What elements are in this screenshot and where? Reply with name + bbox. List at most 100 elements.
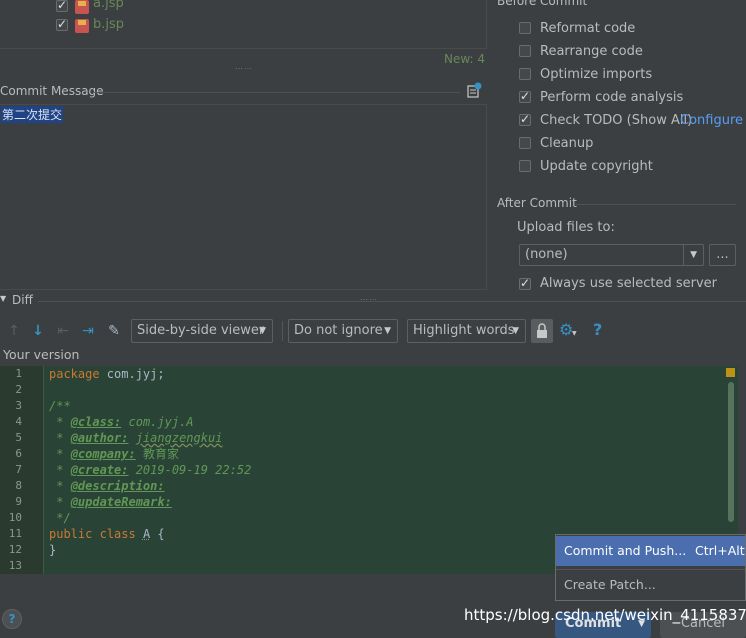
code-line-5: * @author: jiangzengkui xyxy=(49,430,222,446)
check-todo-checkbox[interactable] xyxy=(519,112,531,126)
diff-separator xyxy=(38,301,746,302)
chevron-down-icon: ▼ xyxy=(512,326,519,336)
code-line-6: * @company: 教育家 xyxy=(49,446,179,462)
commit-message-editor[interactable]: 第二次提交 xyxy=(0,104,487,290)
perform-code-analysis-label[interactable]: Perform code analysis xyxy=(540,90,683,105)
help-icon[interactable]: ? xyxy=(593,320,602,339)
line-number: 4 xyxy=(15,415,22,428)
footer-help-button[interactable]: ? xyxy=(2,609,22,629)
doc-star: * xyxy=(49,431,71,445)
check-todo-label[interactable]: Check TODO (Show All) xyxy=(540,113,692,128)
splitter-handle[interactable]: ⋯⋯ xyxy=(235,64,253,73)
commit-message-label: Commit Message xyxy=(0,84,104,98)
doc-tag: @class: xyxy=(70,415,122,429)
file-checkbox-b[interactable] xyxy=(56,17,68,31)
jump-to-source-icon[interactable]: ⇥ xyxy=(80,323,96,339)
code-line-8: * @description: xyxy=(49,478,165,494)
line-number: 11 xyxy=(8,527,22,540)
doc-value: 教育家 xyxy=(135,447,179,461)
line-number: 3 xyxy=(15,399,22,412)
doc-tag: @create: xyxy=(70,463,129,477)
line-number: 13 xyxy=(8,559,22,572)
server-select[interactable]: (none) ▼ xyxy=(519,244,704,266)
compare-previous-file-icon[interactable]: ⇤ xyxy=(55,323,71,339)
cleanup-label[interactable]: Cleanup xyxy=(540,136,593,151)
optimize-imports-label[interactable]: Optimize imports xyxy=(540,67,652,82)
doc-star: * xyxy=(49,479,71,493)
whitespace-mode-select[interactable]: Do not ignore ▼ xyxy=(288,319,398,343)
menu-item-create-patch[interactable]: Create Patch... xyxy=(556,570,745,600)
help-icon: ? xyxy=(8,612,16,626)
always-use-server-checkbox[interactable] xyxy=(519,276,531,290)
configure-link[interactable]: Configure xyxy=(680,113,743,128)
gutter-divider xyxy=(43,366,44,574)
splitter-handle[interactable]: ⋯⋯ xyxy=(360,295,378,304)
line-number: 10 xyxy=(8,511,22,524)
file-name-a[interactable]: a.jsp xyxy=(93,0,124,11)
editor-scrollbar[interactable] xyxy=(728,382,734,522)
file-checkbox-a[interactable] xyxy=(56,0,68,12)
code-line-11: public class A { xyxy=(49,526,165,542)
reformat-code-label[interactable]: Reformat code xyxy=(540,21,635,36)
watermark: https://blog.csdn.net/weixin_41158378 xyxy=(464,606,746,624)
doc-tag: @updateRemark: xyxy=(70,495,172,509)
cleanup-checkbox[interactable] xyxy=(519,137,531,149)
viewer-mode-value: Side-by-side viewer xyxy=(137,323,265,338)
reformat-code-checkbox[interactable] xyxy=(519,22,531,34)
your-version-label: Your version xyxy=(3,347,80,362)
rearrange-code-checkbox[interactable] xyxy=(519,45,531,57)
code-line-12: } xyxy=(49,542,56,558)
viewer-mode-select[interactable]: Side-by-side viewer ▼ xyxy=(131,319,273,343)
diff-title: Diff xyxy=(12,293,33,307)
server-select-value: (none) xyxy=(525,247,568,262)
doc-comment: /** xyxy=(49,399,71,413)
commit-message-history-icon[interactable] xyxy=(466,82,482,98)
menu-item-commit-and-push[interactable]: Commit and Push... Ctrl+Alt+ xyxy=(556,536,746,566)
file-name-b[interactable]: b.jsp xyxy=(93,17,124,32)
settings-dropdown-arrow[interactable]: ▼ xyxy=(572,330,577,337)
edit-source-icon[interactable]: ✎ xyxy=(106,323,122,339)
whitespace-mode-value: Do not ignore xyxy=(294,323,383,338)
perform-code-analysis-checkbox[interactable] xyxy=(519,89,531,103)
update-copyright-label[interactable]: Update copyright xyxy=(540,159,653,174)
keyword: package xyxy=(49,367,100,381)
before-commit-title: Before Commit xyxy=(497,0,588,8)
commit-message-text[interactable]: 第二次提交 xyxy=(1,106,64,123)
code-text: } xyxy=(49,543,57,557)
rearrange-code-label[interactable]: Rearrange code xyxy=(540,44,643,59)
doc-star: * xyxy=(49,463,71,477)
keyword: public xyxy=(49,527,93,541)
highlight-mode-select[interactable]: Highlight words ▼ xyxy=(407,319,526,343)
menu-item-label: Commit and Push... xyxy=(564,543,687,558)
chevron-down-icon: ▼ xyxy=(259,326,266,336)
line-number: 6 xyxy=(15,447,22,460)
chevron-down-icon: ▼ xyxy=(384,326,391,336)
doc-tag: @description: xyxy=(70,479,165,493)
analysis-status-marker[interactable] xyxy=(726,368,735,377)
new-count: New: 4 xyxy=(444,52,486,66)
browse-servers-button[interactable]: ... xyxy=(709,244,736,266)
upload-files-label: Upload files to: xyxy=(517,220,615,235)
doc-comment: */ xyxy=(49,511,71,525)
doc-star: * xyxy=(49,495,71,509)
keyword: class xyxy=(99,527,136,541)
toolbar-divider xyxy=(282,321,283,341)
always-use-server-label[interactable]: Always use selected server xyxy=(540,276,717,291)
after-commit-title: After Commit xyxy=(497,196,577,210)
line-number: 8 xyxy=(15,479,22,492)
previous-difference-icon[interactable]: ↑ xyxy=(6,323,22,339)
update-copyright-checkbox[interactable] xyxy=(519,160,531,172)
highlight-mode-value: Highlight words xyxy=(413,323,515,338)
doc-tag: @author: xyxy=(70,431,129,445)
changes-panel xyxy=(0,0,487,49)
doc-value: com.jyj.A xyxy=(121,415,194,429)
doc-star: * xyxy=(49,415,71,429)
jsp-file-icon xyxy=(75,19,89,33)
code-text: { xyxy=(150,527,165,541)
optimize-imports-checkbox[interactable] xyxy=(519,68,531,80)
lock-button[interactable] xyxy=(531,319,553,343)
next-difference-icon[interactable]: ↓ xyxy=(30,323,46,339)
doc-tag: @company: xyxy=(70,447,136,461)
code-line-10: */ xyxy=(49,510,71,526)
collapse-triangle-icon[interactable]: ▼ xyxy=(0,294,6,303)
